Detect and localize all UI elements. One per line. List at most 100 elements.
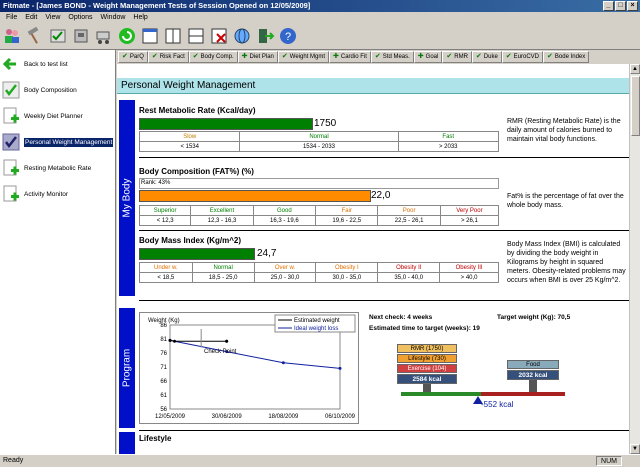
range-label: Normal: [239, 131, 399, 142]
y-tick-label: 61: [160, 393, 167, 399]
sidebar-item-body-composition[interactable]: Body Composition: [0, 78, 115, 102]
range-value: 19,6 - 22,5: [315, 215, 379, 226]
add-page-icon: [3, 185, 19, 202]
scroll-down-icon[interactable]: ▼: [630, 444, 640, 454]
range-label: Fair: [315, 205, 379, 216]
tab-rmr[interactable]: ✔ RMR: [442, 51, 472, 63]
tab-std-meas[interactable]: ✔ Std Meas.: [370, 51, 414, 63]
scroll-up-icon[interactable]: ▲: [630, 64, 640, 74]
window-title: Fitmate - [James BOND - Weight Managemen…: [3, 1, 311, 10]
range-label: Obesity II: [377, 262, 441, 273]
range-value: > 2033: [397, 141, 500, 152]
check-sheet-button[interactable]: [48, 26, 68, 46]
tab-bode-index[interactable]: ✔ Bode Index: [543, 51, 590, 63]
estimated-weight-point: [173, 339, 177, 343]
sidebar-item-rmr[interactable]: Resting Metabolic Rate: [0, 156, 115, 180]
check-icon: ✔: [192, 53, 199, 60]
minimize-button[interactable]: _: [603, 1, 614, 11]
device-icon: [74, 29, 88, 43]
range-label: Under w.: [139, 262, 193, 273]
tab-label: Std Meas.: [382, 54, 410, 60]
sidebar-item-diet-planner[interactable]: Weekly Diet Planner: [0, 104, 115, 128]
check-icon: ✔: [547, 53, 553, 60]
cart-button[interactable]: [94, 26, 114, 46]
tab-label: Weight Mgmt: [289, 54, 326, 60]
tools-button[interactable]: [25, 26, 45, 46]
checklist-icon: [50, 29, 66, 43]
range-value: > 26,1: [439, 215, 500, 226]
menu-window[interactable]: Window: [97, 14, 130, 21]
vertical-scrollbar[interactable]: ▲ ▼: [629, 64, 640, 454]
test-tabs: ✔ ParQ ✔ Risk Fact ✔ Body Comp. ✚ Diet Plan …: [118, 51, 640, 63]
sidebar-item-weight-management[interactable]: Personal Weight Management: [0, 130, 115, 154]
x-tick-label: 30/06/2009: [212, 414, 243, 420]
tab-weight-mgmt[interactable]: ✔ Weight Mgmt: [277, 51, 330, 63]
range-label: Excellent: [190, 205, 254, 216]
range-value: 12,3 - 16,3: [190, 215, 254, 226]
range-value: 25,0 - 30,0: [253, 272, 317, 283]
scale-post-right: [529, 380, 537, 392]
title-bar: Fitmate - [James BOND - Weight Managemen…: [0, 0, 640, 12]
tab-label: RMR: [454, 54, 468, 60]
menu-help[interactable]: Help: [129, 14, 151, 21]
program-band: Program: [119, 308, 135, 428]
energy-balance: RMR (1750) Lifestyle (730) Exercise (104…: [397, 344, 627, 424]
maximize-button[interactable]: □: [615, 1, 626, 11]
x-tick-label: 06/10/2009: [325, 414, 356, 420]
y-tick-label: 66: [160, 379, 167, 385]
sidebar-item-back[interactable]: Back to test list: [0, 52, 115, 76]
menu-file[interactable]: File: [2, 14, 21, 21]
lifestyle-band: [119, 432, 135, 454]
legend-estimated: Estimated weight: [294, 318, 340, 324]
range-value: 1534 - 2033: [239, 141, 399, 152]
close-window-button[interactable]: [209, 26, 229, 46]
tab-risk-fact[interactable]: ✔ Risk Fact: [147, 51, 189, 63]
fat-value: 22,0: [371, 190, 391, 201]
scroll-thumb[interactable]: [631, 76, 640, 136]
close-window-icon: [211, 28, 227, 44]
tab-eurocvd[interactable]: ✔ EuroCVD: [501, 51, 544, 63]
tab-label: Diet Plan: [249, 54, 274, 60]
plot-area: [169, 324, 341, 410]
sidebar-item-activity-monitor[interactable]: Activity Monitor: [0, 182, 115, 206]
add-page-icon: [3, 107, 19, 124]
tab-goal[interactable]: ✚ Goal: [413, 51, 443, 63]
users-button[interactable]: [2, 26, 22, 46]
menu-edit[interactable]: Edit: [21, 14, 41, 21]
sidebar-item-label: Body Composition: [24, 86, 77, 94]
back-arrow-icon: [2, 57, 16, 71]
tab-duke[interactable]: ✔ Duke: [471, 51, 502, 63]
sidebar-item-label: Resting Metabolic Rate: [24, 164, 92, 172]
tab-cardio-fit[interactable]: ✚ Cardio Fit: [329, 51, 371, 63]
status-text: Ready: [3, 457, 24, 464]
bmi-value: 24,7: [257, 248, 277, 259]
menu-options[interactable]: Options: [64, 14, 96, 21]
tab-diet-plan[interactable]: ✚ Diet Plan: [237, 51, 278, 63]
menu-view[interactable]: View: [41, 14, 64, 21]
range-label: Obesity I: [315, 262, 379, 273]
check-icon: ✔: [374, 53, 381, 60]
tab-parq[interactable]: ✔ ParQ: [118, 51, 148, 63]
balance-difference: -552 kcal: [481, 400, 514, 409]
plus-icon: ✚: [241, 53, 248, 60]
refresh-button[interactable]: [117, 26, 137, 46]
window-tile-button[interactable]: [186, 26, 206, 46]
divider: [139, 230, 629, 231]
web-button[interactable]: [232, 26, 252, 46]
rmr-bar: [139, 118, 313, 130]
next-check: Next check: 4 weeks: [369, 314, 433, 321]
tab-body-comp[interactable]: ✔ Body Comp.: [188, 51, 238, 63]
svg-text:?: ?: [285, 31, 291, 43]
checkpoint-label: Check Point: [204, 349, 237, 355]
help-button[interactable]: ?: [278, 26, 298, 46]
window-split-button[interactable]: [163, 26, 183, 46]
exit-button[interactable]: [255, 26, 275, 46]
window-single-button[interactable]: [140, 26, 160, 46]
fat-bar-fill: [140, 191, 370, 201]
device-button[interactable]: [71, 26, 91, 46]
tab-label: Goal: [425, 54, 439, 60]
close-button[interactable]: ×: [627, 1, 638, 11]
rmr-value: 1750: [314, 118, 337, 129]
tab-label: Cardio Fit: [340, 54, 367, 60]
band-label: Program: [121, 348, 133, 388]
